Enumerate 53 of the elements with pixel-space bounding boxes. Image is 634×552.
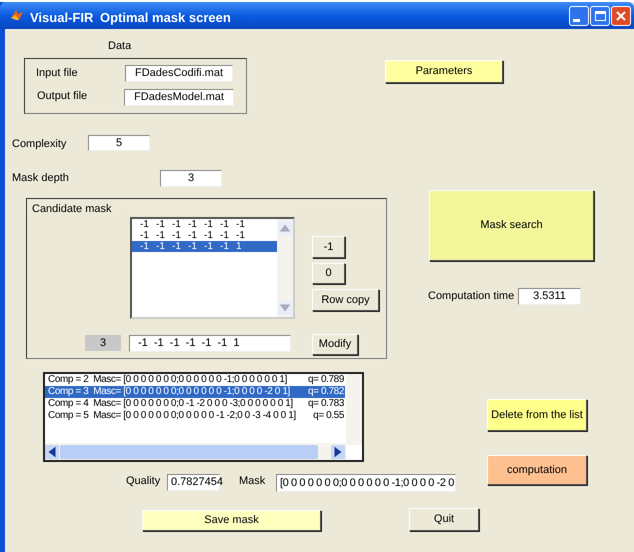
field-label: Mask depth [12,173,69,184]
app-icon [10,8,24,22]
computation-button[interactable]: computation [487,455,587,485]
field-label: Complexity [12,139,66,150]
minus-one-button[interactable]: -1 [312,236,345,258]
scroll-left-icon [45,444,59,458]
field-label: Input file [36,68,78,79]
candidate-mask-list[interactable]: -1 -1 -1 -1 -1 -1 -1 -1 -1 -1 -1 -1 -1 -1 -1 -1 -1 -1 -1 -1 1 [130,217,295,319]
result-row[interactable]: Comp = 5 Masc= [0 0 0 0 0 0 0;0 0 0 0 0 -1 -2;0 0 -3 -4 0 0 1] q= 0.55 [45,410,345,422]
maximize-button[interactable] [590,6,610,26]
parameters-button[interactable]: Parameters [385,60,503,83]
minimize-button[interactable] [569,6,589,26]
close-icon [616,11,626,21]
result-row[interactable]: Comp = 3 Masc= [0 0 0 0 0 0 0;0 0 0 0 0 0 -1;0 0 0 0 -2 0 1] q= 0.782 [45,386,345,398]
complexity-field[interactable]: 5 [88,135,150,151]
scroll-right-icon [331,444,345,458]
mask-search-button[interactable]: Mask search [429,190,594,261]
field-label: Mask [239,476,266,487]
window-title: Visual-FIR [30,9,94,27]
mask-field[interactable]: [0 0 0 0 0 0 0;0 0 0 0 0 0 -1;0 0 0 0 -2 0 [276,474,456,492]
results-list[interactable] [43,372,364,462]
zero-button[interactable]: 0 [312,263,345,284]
mask-row[interactable]: -1 -1 -1 -1 -1 -1 1 [132,241,277,252]
close-button[interactable] [611,6,631,26]
row-value-field[interactable]: -1 -1 -1 -1 -1 -1 1 [129,335,291,352]
modify-button[interactable]: Modify [312,334,358,355]
quit-button[interactable]: Quit [409,508,479,531]
computation-time-field[interactable]: 3.5311 [518,288,581,305]
result-row[interactable]: Comp = 2 Masc= [0 0 0 0 0 0 0;0 0 0 0 0 0 -1;0 0 0 0 0 0 1] q= 0.789 [45,374,345,386]
field-label: Quality [126,476,160,487]
maximize-icon [594,11,606,21]
frame-title: Candidate mask [32,204,112,215]
result-row[interactable]: Comp = 4 Masc= [0 0 0 0 0 0 0;0 -1 -2 0 0 0 -3;0 0 0 0 0 0 1] q= 0.783 [45,398,345,410]
mask-row[interactable]: -1 -1 -1 -1 -1 -1 -1 [132,230,277,241]
row-copy-button[interactable]: Row copy [312,289,379,311]
field-label: Output file [37,91,88,102]
input-file-field[interactable]: FDadesCodifi.mat [125,65,233,82]
window-title: Optimal mask screen [100,9,231,27]
delete-button[interactable]: Delete from the list [487,399,587,431]
vertical-scrollbar[interactable] [346,374,362,445]
mask-row[interactable]: -1 -1 -1 -1 -1 -1 -1 [132,219,277,230]
output-file-field[interactable]: FDadesModel.mat [124,89,234,106]
section-title: Data [108,41,132,52]
scroll-down-icon [278,301,292,315]
minimize-icon [573,19,580,22]
scrollbar-thumb[interactable] [60,444,318,458]
vertical-scrollbar[interactable] [277,219,293,317]
horizontal-scrollbar[interactable] [45,443,346,460]
save-mask-button[interactable]: Save mask [142,510,321,531]
row-number: 3 [85,335,121,351]
field-label: Computation time [428,291,514,302]
mask-depth-field[interactable]: 3 [160,170,222,187]
scroll-up-icon [278,221,292,235]
